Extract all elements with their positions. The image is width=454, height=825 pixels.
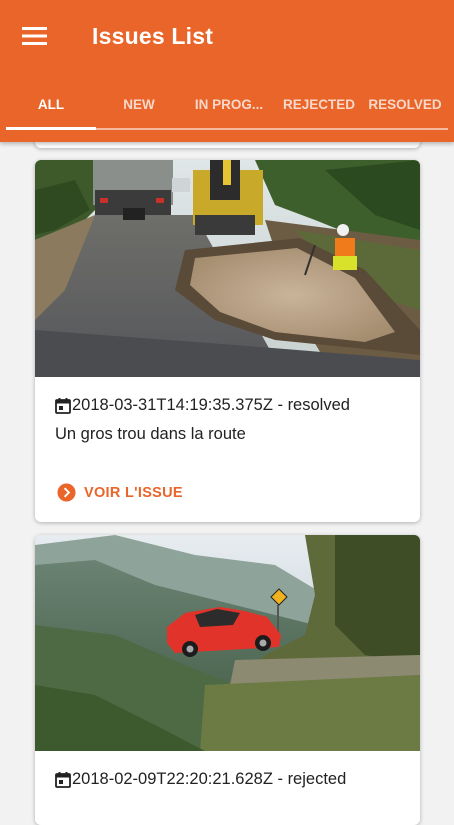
- issue-card[interactable]: 2018-02-09T22:20:21.628Z - rejected: [35, 535, 420, 825]
- calendar-icon: [55, 771, 71, 788]
- page-title: Issues List: [92, 23, 214, 49]
- issue-card[interactable]: 2018-03-31T14:19:35.375Z - resolved Un g…: [35, 160, 420, 522]
- tab-in-progress[interactable]: IN PROG...: [182, 82, 276, 126]
- app-bar: Issues List ALL NEW IN PROG... REJECTED …: [0, 0, 454, 142]
- issue-meta: 2018-02-09T22:20:21.628Z - rejected: [55, 770, 346, 789]
- tab-all[interactable]: ALL: [6, 82, 96, 126]
- road-pothole-photo: [35, 160, 420, 377]
- status-tabs: ALL NEW IN PROG... REJECTED RESOLVED: [6, 82, 448, 130]
- active-tab-indicator: [6, 127, 96, 130]
- calendar-icon: [55, 397, 71, 414]
- issue-meta: 2018-03-31T14:19:35.375Z - resolved: [55, 396, 350, 415]
- issue-description: Un gros trou dans la route: [55, 425, 246, 443]
- car-cliff-photo: [35, 535, 420, 751]
- view-issue-label: VOIR L'ISSUE: [84, 484, 183, 501]
- view-issue-button[interactable]: VOIR L'ISSUE: [57, 483, 183, 502]
- tab-rejected[interactable]: REJECTED: [276, 82, 362, 126]
- chevron-circle-right-icon: [57, 483, 76, 502]
- hamburger-menu-icon[interactable]: [22, 18, 62, 54]
- issue-date-status: 2018-03-31T14:19:35.375Z - resolved: [72, 396, 350, 414]
- tab-new[interactable]: NEW: [96, 82, 182, 126]
- issue-date-status: 2018-02-09T22:20:21.628Z - rejected: [72, 770, 347, 788]
- tab-resolved[interactable]: RESOLVED: [362, 82, 448, 126]
